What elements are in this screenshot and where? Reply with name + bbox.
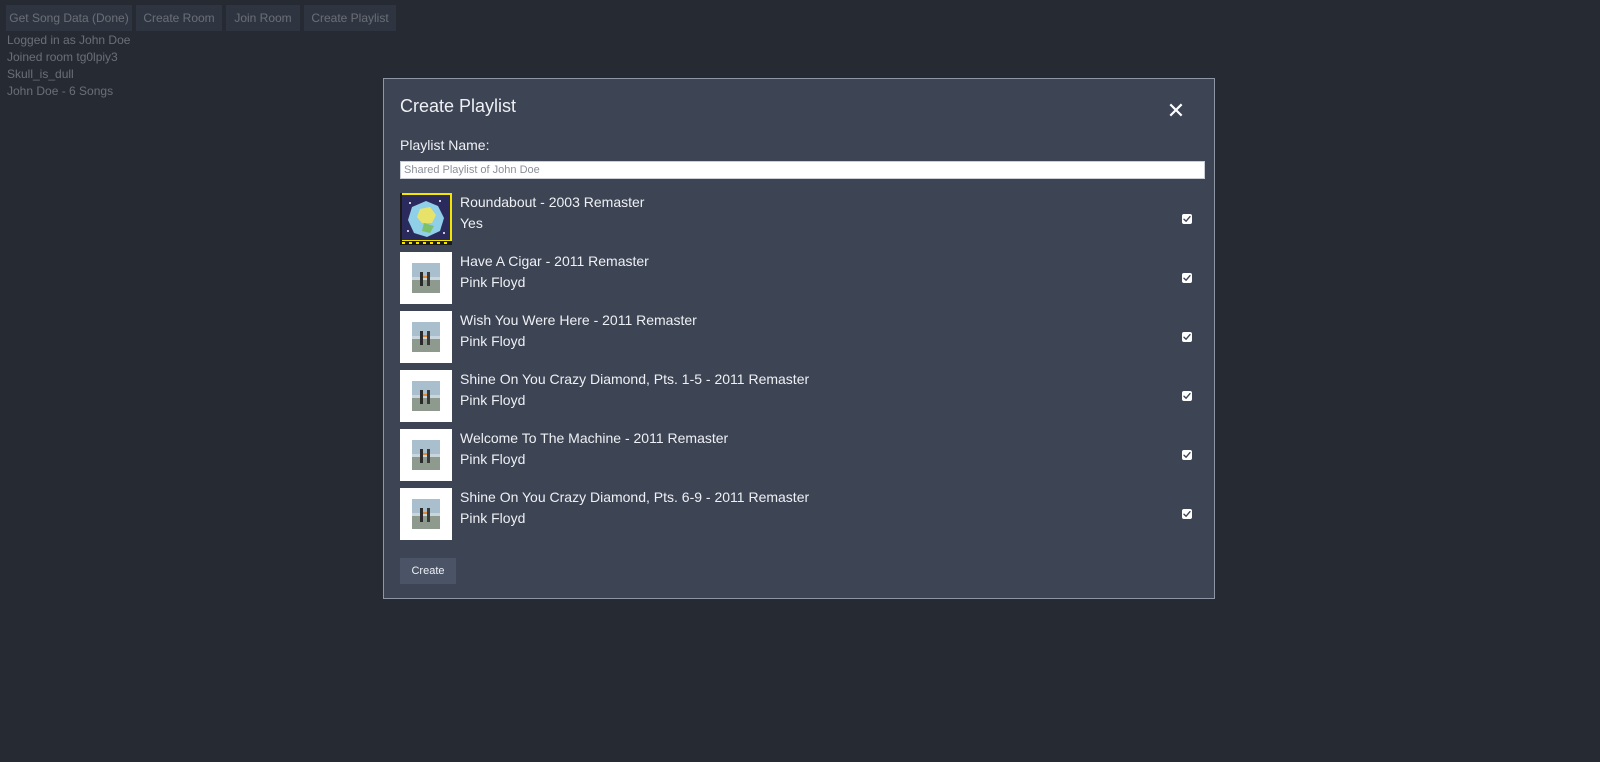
album-cover xyxy=(400,488,452,540)
get-song-data-button[interactable]: Get Song Data (Done) xyxy=(6,5,132,31)
wish-you-were-here-cover-icon xyxy=(400,252,452,304)
song-artist: Pink Floyd xyxy=(460,333,526,349)
song-title: Shine On You Crazy Diamond, Pts. 6-9 - 2… xyxy=(460,489,810,505)
song-artist: Pink Floyd xyxy=(460,451,526,467)
album-cover xyxy=(400,311,452,363)
wish-you-were-here-cover-icon xyxy=(400,311,452,363)
check-icon xyxy=(1183,333,1191,340)
create-playlist-button[interactable]: Create Playlist xyxy=(304,5,396,31)
check-icon xyxy=(1183,274,1191,281)
check-icon xyxy=(1183,215,1191,222)
song-checkbox[interactable] xyxy=(1182,450,1192,460)
create-button[interactable]: Create xyxy=(400,558,456,584)
dialog-title: Create Playlist xyxy=(400,96,517,116)
song-count-status: John Doe - 6 Songs xyxy=(7,84,114,98)
status-lines: Logged in as John Doe Joined room tg0lpi… xyxy=(7,32,130,100)
logged-in-status: Logged in as John Doe xyxy=(7,33,131,47)
album-cover xyxy=(400,252,452,304)
song-list: Roundabout - 2003 Remaster Yes Have A Ci… xyxy=(400,193,1208,547)
song-artist: Yes xyxy=(460,215,483,231)
song-row: Roundabout - 2003 Remaster Yes xyxy=(400,193,1208,245)
joined-room-status: Joined room tg0lpiy3 xyxy=(7,50,118,64)
room-user-status: Skull_is_dull xyxy=(7,67,74,81)
playlist-name-input[interactable] xyxy=(400,161,1205,179)
song-checkbox[interactable] xyxy=(1182,273,1192,283)
song-checkbox[interactable] xyxy=(1182,214,1192,224)
song-title: Wish You Were Here - 2011 Remaster xyxy=(460,312,697,328)
check-icon xyxy=(1183,451,1191,458)
song-checkbox[interactable] xyxy=(1182,332,1192,342)
song-row: Shine On You Crazy Diamond, Pts. 6-9 - 2… xyxy=(400,488,1208,540)
song-title: Roundabout - 2003 Remaster xyxy=(460,194,645,210)
song-row: Welcome To The Machine - 2011 Remaster P… xyxy=(400,429,1208,481)
song-title: Have A Cigar - 2011 Remaster xyxy=(460,253,649,269)
song-title: Shine On You Crazy Diamond, Pts. 1-5 - 2… xyxy=(460,371,810,387)
wish-you-were-here-cover-icon xyxy=(400,429,452,481)
playlist-name-label: Playlist Name: xyxy=(400,137,490,153)
album-cover xyxy=(400,429,452,481)
song-row: Shine On You Crazy Diamond, Pts. 1-5 - 2… xyxy=(400,370,1208,422)
create-playlist-dialog: Create Playlist ✕ Playlist Name: Roundab… xyxy=(383,78,1215,599)
song-artist: Pink Floyd xyxy=(460,510,526,526)
wish-you-were-here-cover-icon xyxy=(400,488,452,540)
check-icon xyxy=(1183,392,1191,399)
song-artist: Pink Floyd xyxy=(460,274,526,290)
wish-you-were-here-cover-icon xyxy=(400,370,452,422)
check-icon xyxy=(1183,510,1191,517)
song-title: Welcome To The Machine - 2011 Remaster xyxy=(460,430,729,446)
album-cover xyxy=(400,193,452,245)
join-room-button[interactable]: Join Room xyxy=(226,5,300,31)
album-cover xyxy=(400,370,452,422)
top-toolbar: Get Song Data (Done) Create Room Join Ro… xyxy=(6,5,396,31)
yes-album-cover-icon xyxy=(400,193,452,245)
close-icon[interactable]: ✕ xyxy=(1164,99,1188,123)
song-checkbox[interactable] xyxy=(1182,509,1192,519)
song-checkbox[interactable] xyxy=(1182,391,1192,401)
song-artist: Pink Floyd xyxy=(460,392,526,408)
song-row: Wish You Were Here - 2011 Remaster Pink … xyxy=(400,311,1208,363)
create-room-button[interactable]: Create Room xyxy=(136,5,222,31)
song-row: Have A Cigar - 2011 Remaster Pink Floyd xyxy=(400,252,1208,304)
